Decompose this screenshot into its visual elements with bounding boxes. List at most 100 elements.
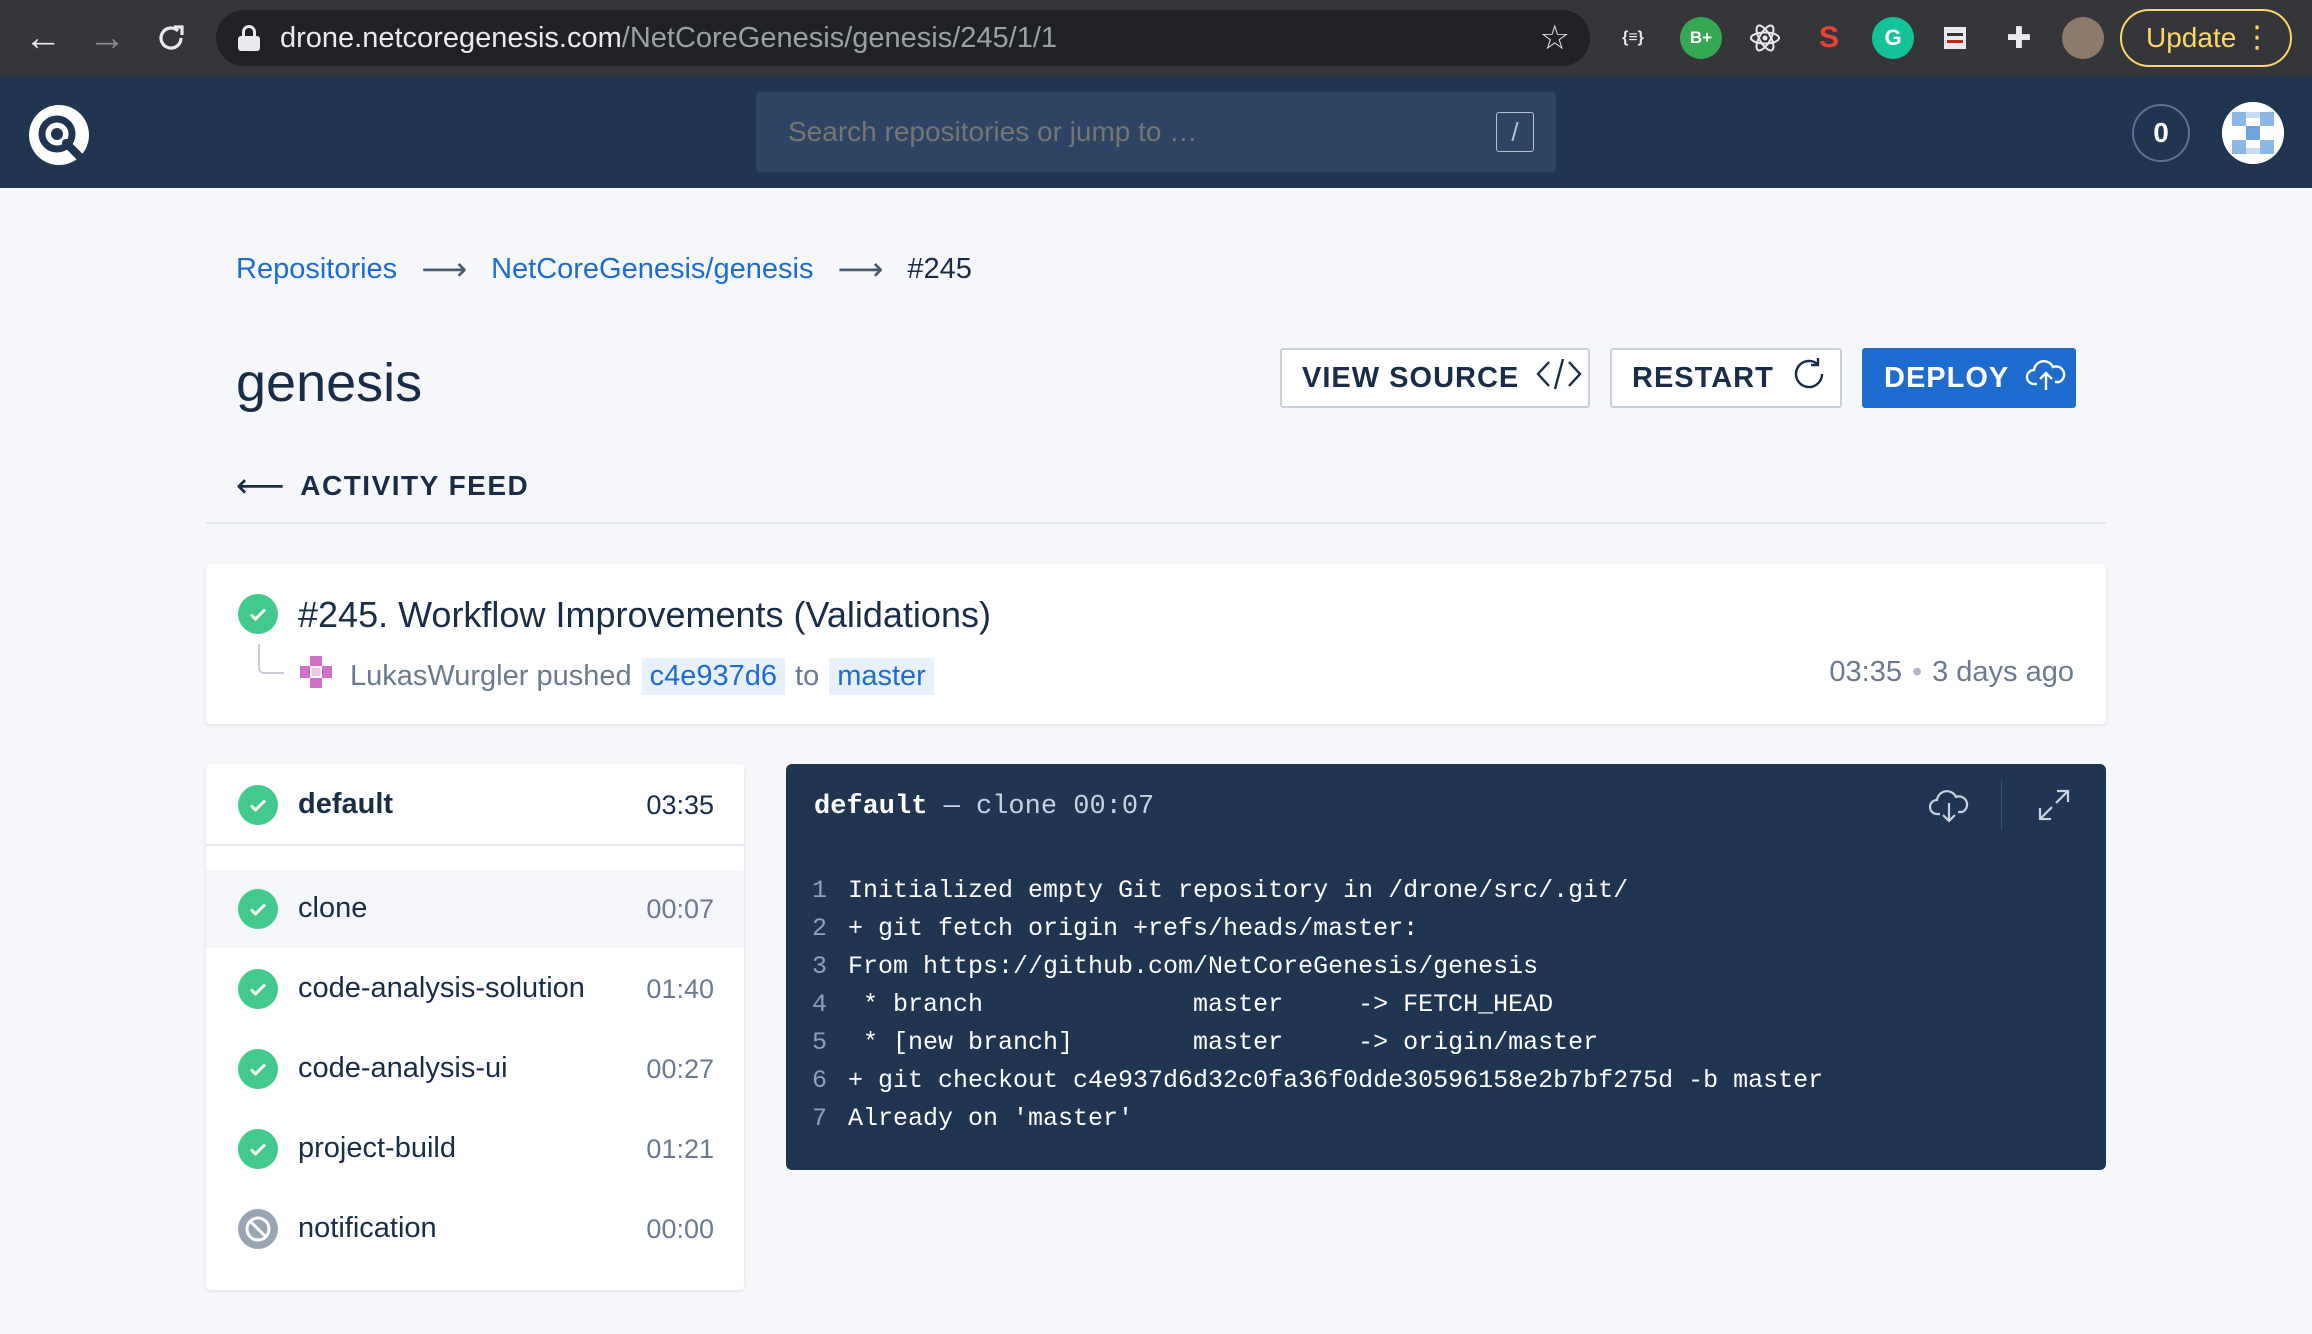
step-row[interactable]: code-analysis-ui 00:27: [206, 1030, 744, 1108]
tree-connector: [258, 644, 284, 674]
line-number: 1: [812, 876, 828, 905]
breadcrumb-arrow-icon: ⟶: [421, 251, 468, 287]
success-check-icon: [238, 1129, 278, 1169]
branch-name[interactable]: master: [829, 657, 934, 695]
breadcrumb-arrow-icon: ⟶: [837, 251, 884, 287]
build-title[interactable]: #245. Workflow Improvements (Validations…: [298, 594, 991, 636]
deploy-label: DEPLOY: [1884, 361, 2010, 394]
divider: [206, 522, 2106, 524]
back-arrow-icon: ⟵: [236, 467, 287, 505]
success-check-icon: [238, 969, 278, 1009]
grammarly-icon[interactable]: G: [1872, 17, 1914, 59]
log-actions: [1897, 780, 2106, 830]
update-label: Update: [2146, 22, 2237, 53]
commit-sha[interactable]: c4e937d6: [641, 657, 786, 695]
cloud-upload-icon: [2025, 356, 2067, 400]
search-shortcut-key: /: [1496, 112, 1534, 152]
lock-icon: [238, 25, 260, 51]
step-row[interactable]: code-analysis-solution 01:40: [206, 950, 744, 1028]
skipped-icon: [238, 1209, 278, 1249]
to-label: to: [795, 659, 820, 692]
log-duration: 00:07: [1073, 792, 1155, 822]
log-step-name: clone: [976, 792, 1058, 822]
log-viewer: default — clone 00:07 1 Initialized empty…: [786, 764, 2106, 1170]
log-lines: 1 Initialized empty Git repository in /dr…: [812, 872, 1823, 1138]
notification-counter[interactable]: 0: [2132, 104, 2190, 162]
download-icon[interactable]: [1897, 780, 2001, 830]
view-source-button[interactable]: VIEW SOURCE: [1280, 348, 1590, 408]
step-row[interactable]: notification 00:00: [206, 1190, 744, 1268]
breadcrumb-repo[interactable]: NetCoreGenesis/genesis: [491, 253, 813, 286]
step-duration: 00:27: [646, 1054, 714, 1084]
line-number: 4: [812, 990, 828, 1019]
breadcrumb-repositories[interactable]: Repositories: [236, 253, 397, 286]
log-line: 7 Already on 'master': [812, 1100, 1823, 1138]
step-row[interactable]: project-build 01:21: [206, 1110, 744, 1188]
code-icon: [1535, 356, 1583, 400]
restart-button[interactable]: RESTART: [1610, 348, 1842, 408]
seo-icon[interactable]: S: [1808, 17, 1850, 59]
activity-feed-label: ACTIVITY FEED: [300, 470, 530, 501]
ext-icon[interactable]: [1934, 17, 1976, 59]
log-dash: —: [943, 792, 960, 822]
profile-avatar-icon[interactable]: [2062, 17, 2104, 59]
stage-header[interactable]: default 03:35: [206, 764, 744, 846]
reload-icon[interactable]: [146, 13, 196, 63]
deploy-button[interactable]: DEPLOY: [1862, 348, 2076, 408]
log-line: 5 * [new branch] master -> origin/master: [812, 1024, 1823, 1062]
restart-label: RESTART: [1632, 361, 1774, 394]
commit-author: LukasWurgler: [350, 659, 529, 692]
step-name: notification: [298, 1212, 437, 1244]
success-check-icon: [238, 594, 278, 634]
log-line: 2 + git fetch origin +refs/heads/master:: [812, 910, 1823, 948]
author-avatar: [298, 654, 334, 698]
app-header: / 0: [0, 76, 2312, 188]
menu-dots-icon: ⋮: [2242, 21, 2272, 54]
step-duration: 00:00: [646, 1214, 714, 1244]
step-name: clone: [298, 892, 368, 924]
breadcrumb-build: #245: [907, 252, 972, 285]
forward-arrow-icon[interactable]: →: [82, 13, 132, 63]
log-header: default — clone 00:07: [814, 792, 1154, 822]
step-duration: 01:40: [646, 974, 714, 1004]
user-avatar[interactable]: [2222, 102, 2284, 164]
line-number: 3: [812, 952, 828, 981]
drone-logo-icon[interactable]: [28, 104, 90, 166]
success-check-icon: [238, 889, 278, 929]
bplus-icon[interactable]: B+: [1680, 17, 1722, 59]
line-number: 6: [812, 1066, 828, 1095]
back-arrow-icon[interactable]: ←: [18, 13, 68, 63]
update-button[interactable]: Update ⋮: [2120, 9, 2292, 67]
breadcrumb: Repositories ⟶ NetCoreGenesis/genesis ⟶ …: [236, 250, 972, 288]
step-duration: 01:21: [646, 1134, 714, 1164]
url-path: /NetCoreGenesis/genesis/245/1/1: [621, 21, 1058, 54]
activity-feed-link[interactable]: ⟵ ACTIVITY FEED: [236, 466, 529, 506]
log-line: 6 + git checkout c4e937d6d32c0fa36f0dde30…: [812, 1062, 1823, 1100]
build-duration: 03:35: [1829, 656, 1902, 688]
address-bar[interactable]: drone.netcoregenesis.com/NetCoreGenesis/…: [216, 10, 1590, 66]
log-stage-name: default: [814, 792, 928, 822]
url-host: drone.netcoregenesis.com: [280, 21, 622, 54]
line-text: + git fetch origin +refs/heads/master:: [848, 914, 1419, 943]
commit-action: pushed: [536, 659, 632, 692]
search-input[interactable]: [756, 92, 1556, 172]
success-check-icon: [238, 1049, 278, 1089]
step-name: project-build: [298, 1132, 456, 1164]
json-viewer-icon[interactable]: {≡}: [1612, 17, 1654, 59]
log-line: 4 * branch master -> FETCH_HEAD: [812, 986, 1823, 1024]
stage-duration: 03:35: [646, 790, 714, 820]
line-text: From https://github.com/NetCoreGenesis/g…: [848, 952, 1539, 981]
build-meta: LukasWurgler pushed c4e937d6 to master: [298, 654, 944, 698]
expand-icon[interactable]: [2002, 780, 2106, 830]
bookmark-star-icon[interactable]: ☆: [1540, 18, 1570, 58]
line-number: 2: [812, 914, 828, 943]
build-time: 03:35 • 3 days ago: [1829, 656, 2074, 688]
line-number: 5: [812, 1028, 828, 1057]
step-row[interactable]: clone 00:07: [206, 870, 744, 948]
step-name: code-analysis-solution: [298, 972, 585, 1004]
react-icon[interactable]: [1744, 17, 1786, 59]
line-text: + git checkout c4e937d6d32c0fa36f0dde305…: [848, 1066, 1824, 1095]
puzzle-icon[interactable]: ✚: [1998, 17, 2040, 59]
stage-name: default: [298, 788, 394, 820]
line-text: * branch master -> FETCH_HEAD: [848, 990, 1554, 1019]
